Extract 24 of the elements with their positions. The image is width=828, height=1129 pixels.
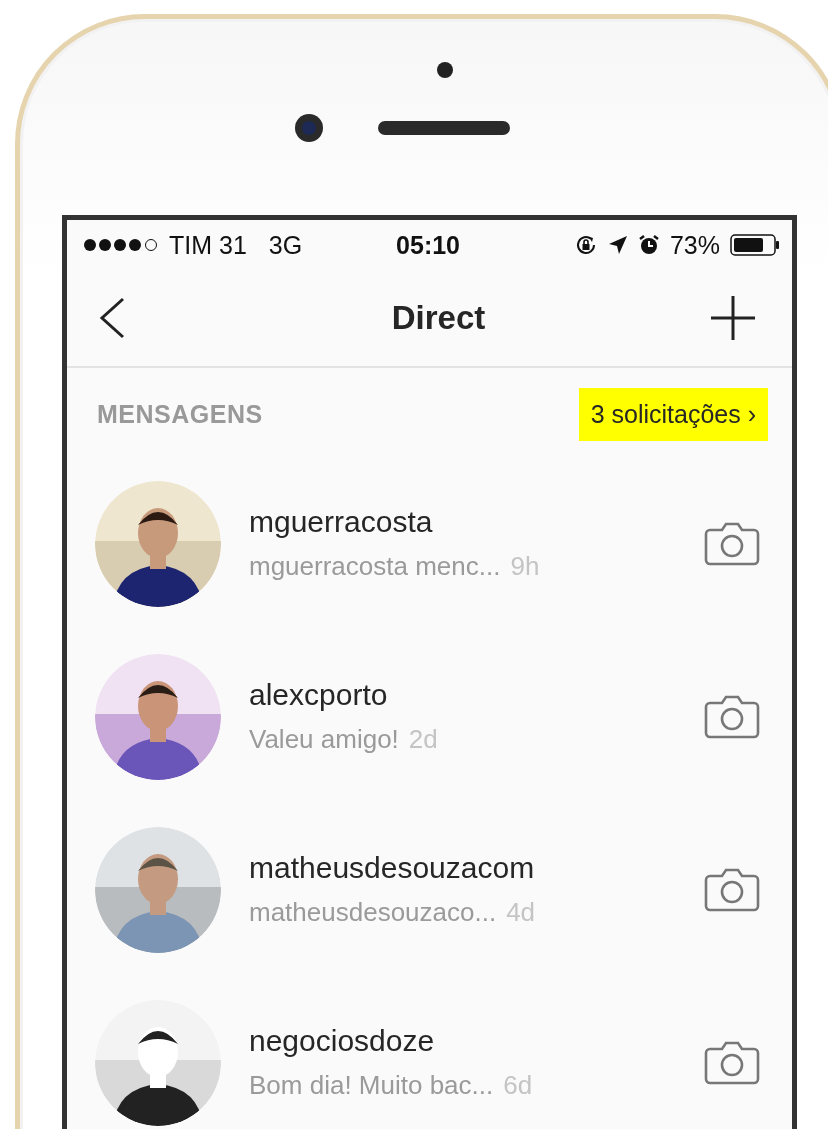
battery-percentage: 73%: [669, 230, 720, 260]
username: negociosdoze: [249, 1024, 436, 1058]
speaker-icon: [378, 121, 510, 135]
signal-icon: [83, 237, 159, 253]
message-preview: Bom dia! Muito bac...: [249, 1070, 494, 1101]
message-preview: Valeu amigo!: [249, 724, 399, 755]
location-arrow-icon: [607, 235, 628, 255]
network-type: 3G: [268, 230, 303, 260]
message-requests-link[interactable]: 3 solicitações ›: [578, 388, 768, 441]
username: mguerracosta: [249, 505, 434, 539]
message-preview: matheusdesouzaco...: [249, 897, 497, 928]
new-message-button[interactable]: [710, 295, 756, 341]
camera-lens-icon: [294, 113, 324, 143]
carrier-name: TIM 31: [169, 230, 247, 260]
alarm-clock-icon: [637, 234, 660, 256]
username: alexcporto: [249, 678, 389, 712]
back-button[interactable]: [97, 296, 127, 340]
clock-time: 05:10: [396, 230, 461, 260]
screen-title: Direct: [391, 299, 486, 337]
username: matheusdesouzacom: [249, 851, 536, 885]
sensor-icon: [436, 61, 454, 79]
battery-icon: [730, 234, 780, 256]
section-heading: MENSAGENS: [97, 400, 263, 429]
message-preview: mguerracosta menc...: [249, 551, 501, 582]
